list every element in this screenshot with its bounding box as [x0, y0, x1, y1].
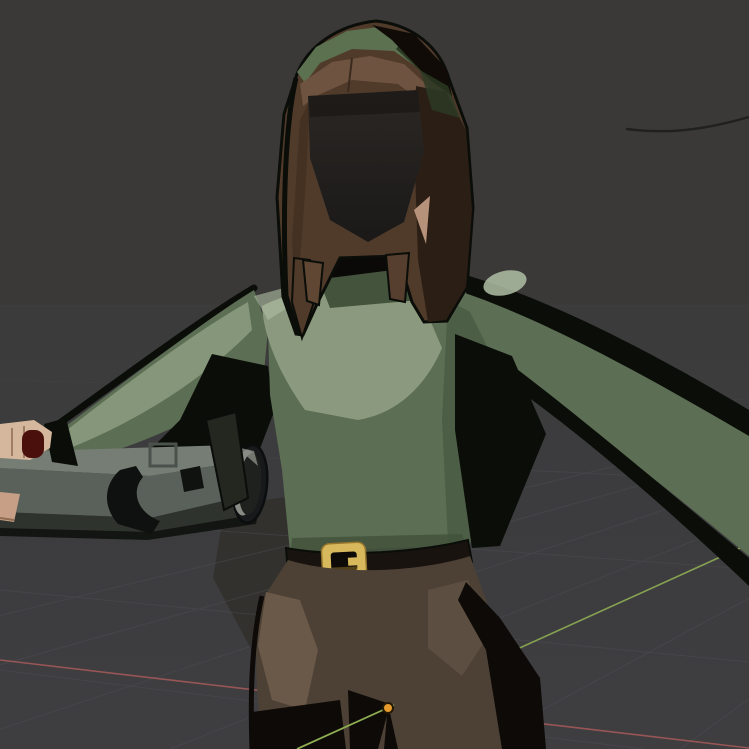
- hair-strand: [386, 253, 409, 302]
- hair-strand: [303, 260, 323, 305]
- viewport-canvas[interactable]: [0, 0, 749, 749]
- grip-end: [22, 430, 44, 458]
- viewport-3d[interactable]: [0, 0, 749, 749]
- origin-point[interactable]: [383, 703, 393, 713]
